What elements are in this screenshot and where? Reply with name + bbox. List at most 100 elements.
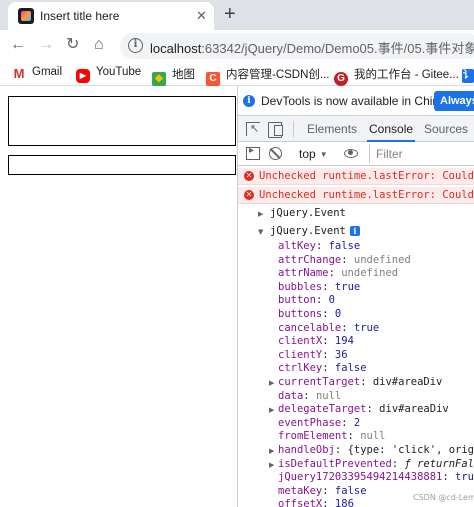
bookmark-csdn[interactable]: C 内容管理-CSDN创... — [206, 66, 330, 86]
new-tab-button[interactable]: + — [224, 3, 236, 25]
property-row: eventPhase: 2 — [278, 417, 360, 431]
expand-arrow-icon[interactable]: ▶ — [269, 406, 274, 414]
error-icon: ✕ — [244, 171, 254, 181]
webstorm-favicon-icon — [18, 8, 34, 24]
device-toolbar-icon[interactable] — [268, 122, 283, 138]
property-value: div#areaDiv — [372, 376, 443, 388]
bookmark-extra[interactable]: 讠 — [462, 66, 474, 83]
bookmark-label: 地图 — [172, 69, 195, 81]
property-row: cancelable: true — [278, 322, 379, 336]
property-row: jQuery17203395494214438881: true — [278, 471, 474, 485]
always-match-button[interactable]: Always m — [434, 91, 474, 111]
error-icon: ✕ — [244, 190, 254, 200]
tab-console[interactable]: Console — [367, 116, 416, 142]
bookmark-gmail[interactable]: M Gmail — [12, 66, 62, 82]
property-value: false — [334, 484, 367, 497]
devtools-language-infobar: i DevTools is now available in Chinese! … — [238, 86, 474, 116]
error-message: Unchecked runtime.lastError: Could not — [259, 170, 474, 182]
tab-sources[interactable]: Sources — [424, 116, 468, 142]
bookmark-label: 内容管理-CSDN创... — [226, 69, 330, 81]
property-value: false — [328, 240, 361, 252]
browser-tab[interactable]: Insert title here ✕ — [8, 2, 214, 30]
tab-elements[interactable]: Elements — [307, 116, 357, 142]
context-selector[interactable]: top ▼ — [299, 147, 328, 161]
bookmark-gitee[interactable]: G 我的工作台 - Gitee... — [334, 66, 459, 86]
site-info-icon[interactable]: i — [128, 38, 143, 53]
property-colon: : — [322, 484, 335, 497]
clear-console-icon[interactable] — [269, 147, 282, 160]
youtube-icon: ▶ — [76, 69, 90, 83]
expand-arrow-icon[interactable]: ▶ — [269, 379, 274, 387]
bookmark-label: 我的工作台 - Gitee... — [354, 69, 459, 81]
property-row: attrChange: undefined — [278, 254, 411, 268]
gitee-icon: G — [334, 72, 348, 86]
info-badge-icon[interactable]: i — [349, 226, 360, 236]
expand-arrow-icon[interactable]: ▶ — [269, 447, 274, 455]
collapsed-log-entry[interactable]: ▶ jQuery.Event — [258, 207, 346, 221]
property-colon: : — [442, 471, 456, 484]
property-colon: : — [315, 294, 329, 307]
property-colon: : — [315, 240, 329, 252]
back-icon[interactable]: ← — [10, 36, 26, 54]
address-bar[interactable]: i localhost:63342/jQuery/Demo/Demo05.事件/… — [120, 33, 474, 59]
divider — [293, 121, 294, 137]
forward-icon[interactable]: → — [38, 36, 54, 54]
console-error-row[interactable]: ✕ Unchecked runtime.lastError: Could not — [238, 187, 474, 204]
property-key: currentTarget — [278, 376, 361, 388]
property-row[interactable]: ▶ delegateTarget: div#areaDiv — [269, 403, 449, 417]
property-key: button — [278, 294, 316, 307]
property-key: fromElement — [278, 430, 348, 443]
area-div[interactable] — [8, 96, 236, 146]
property-value: true — [334, 280, 361, 293]
maps-icon: ◆ — [152, 72, 166, 86]
property-key: attrChange — [278, 253, 342, 266]
property-value: 194 — [334, 335, 354, 348]
bookmark-youtube[interactable]: ▶ YouTube — [76, 66, 142, 83]
live-expression-eye-icon[interactable] — [344, 149, 358, 158]
filter-placeholder: Filter — [376, 147, 403, 161]
property-row: attrName: undefined — [278, 267, 398, 281]
reload-icon[interactable]: ↻ — [66, 36, 79, 54]
infobar-text: DevTools is now available in Chinese! — [261, 94, 462, 108]
property-value: 2 — [353, 416, 361, 429]
property-colon: : — [322, 348, 335, 361]
property-row: clientY: 36 — [278, 349, 348, 363]
property-key: data — [278, 389, 304, 402]
property-colon: : — [360, 376, 373, 388]
property-value: undefined — [353, 253, 411, 266]
expanded-log-entry[interactable]: ▼ jQuery.Event i — [258, 225, 360, 239]
page-viewport — [0, 86, 237, 507]
collapse-arrow-icon[interactable]: ▼ — [258, 228, 263, 236]
bookmark-maps[interactable]: ◆ 地图 — [152, 66, 195, 86]
url-text[interactable]: localhost:63342/jQuery/Demo/Demo05.事件/05… — [150, 38, 474, 57]
property-value: true — [455, 471, 474, 484]
expand-arrow-icon[interactable]: ▶ — [269, 461, 274, 469]
property-row: altKey: false — [278, 240, 360, 254]
property-row: fromElement: null — [278, 430, 386, 444]
property-value: true — [353, 321, 380, 334]
close-tab-icon[interactable]: ✕ — [196, 8, 207, 24]
property-value: false — [334, 362, 367, 375]
property-key: altKey — [278, 240, 316, 252]
property-key: metaKey — [278, 484, 323, 497]
expand-arrow-icon[interactable]: ▶ — [258, 210, 263, 218]
property-row[interactable]: ▶ handleObj: {type: 'click', origType — [269, 444, 474, 458]
url-path: :63342/jQuery/Demo/Demo05.事件/05.事件对象 — [201, 41, 474, 56]
property-row[interactable]: ▶ currentTarget: div#areaDiv — [269, 376, 443, 390]
console-toolbar: top▼ Filter — [238, 142, 474, 166]
bookmark-label: YouTube — [96, 66, 142, 78]
filter-input[interactable]: Filter — [369, 144, 474, 163]
property-value: null — [360, 430, 386, 443]
console-error-row[interactable]: ✕ Unchecked runtime.lastError: Could not — [238, 168, 474, 185]
property-value: ƒ returnFalse() — [404, 457, 474, 470]
property-row: clientX: 194 — [278, 335, 354, 349]
inspect-element-icon[interactable] — [246, 122, 260, 136]
property-key: buttons — [278, 308, 323, 320]
devtools-tab-bar: Elements Console Sources — [238, 116, 474, 142]
property-key: clientX — [278, 335, 323, 348]
property-colon: : — [322, 362, 335, 375]
property-row[interactable]: ▶ isDefaultPrevented: ƒ returnFalse() — [269, 457, 474, 472]
sidebar-toggle-icon[interactable] — [246, 145, 260, 160]
property-value: 0 — [334, 308, 342, 320]
home-icon[interactable]: ⌂ — [94, 36, 104, 54]
